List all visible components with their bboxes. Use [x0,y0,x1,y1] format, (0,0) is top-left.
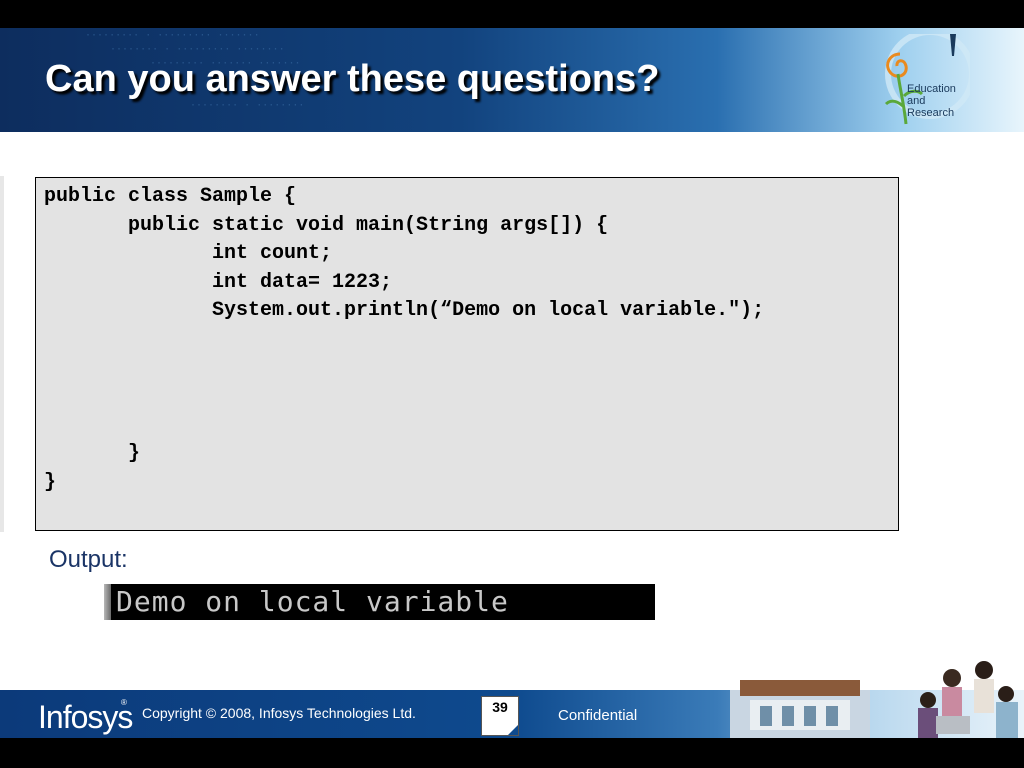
confidential-label: Confidential [558,707,638,724]
header-decoration: ········ · ········ [190,100,305,111]
console-output: Demo on local variable [104,584,655,620]
logo-line: and [907,95,926,107]
slide-header: ········· · ········· ······· ········ ·… [0,28,1024,132]
code-listing: public class Sample { public static void… [44,185,765,494]
slide-title: Can you answer these questions? [45,58,660,100]
console-window-edge [104,584,111,620]
logo-line: Education [907,83,956,95]
header-decoration: ········ · ········· ········ [110,44,285,55]
console-text: Demo on local variable [116,585,509,618]
campus-photo-image [730,661,1018,738]
left-margin-bar [0,176,4,532]
code-box: public class Sample { public static void… [35,177,899,531]
copyright-text: Copyright © 2008, Infosys Technologies L… [142,705,416,721]
header-decoration: ········· · ········· ······· [85,30,260,41]
page-number-box: 39 [481,696,519,736]
logo-line: Research [907,107,955,119]
slide: ········· · ········· ······· ········ ·… [0,28,1024,738]
logo-text: Education and Research [907,83,956,119]
registered-mark: ® [121,698,127,707]
infosys-logo: Infosys [38,699,133,735]
output-label: Output: [49,546,128,573]
page-fold-icon [508,725,518,735]
page-number: 39 [492,699,508,715]
